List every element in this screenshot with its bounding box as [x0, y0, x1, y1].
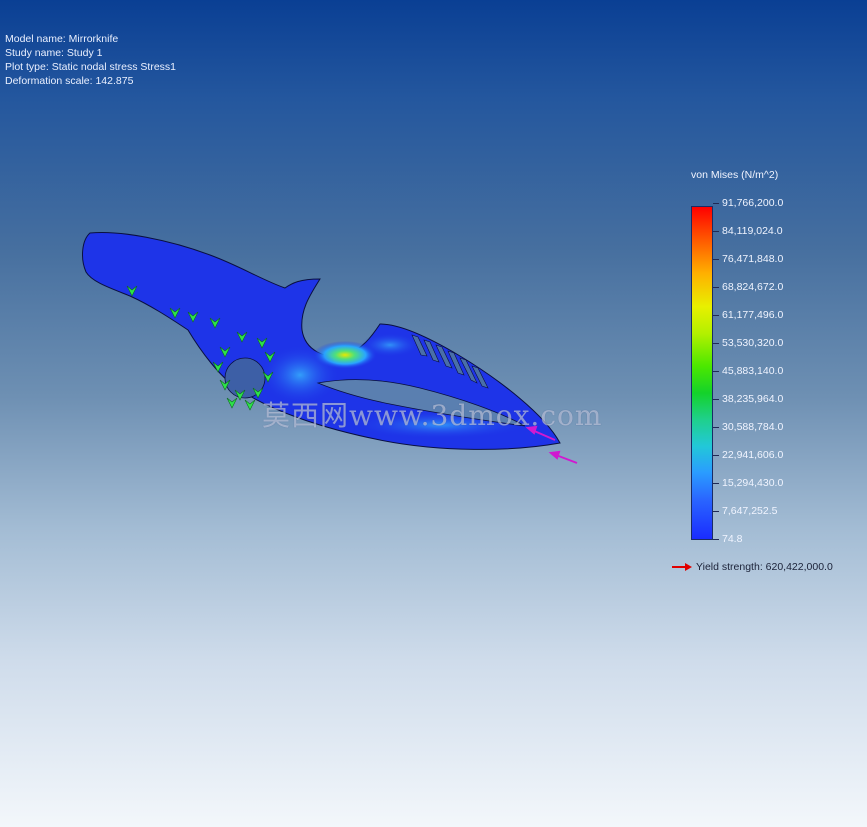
- legend-tick-label: 74.8: [722, 533, 743, 545]
- legend-tick-label: 76,471,848.0: [722, 253, 784, 265]
- legend-title: von Mises (N/m^2): [691, 169, 779, 181]
- legend-tick-label: 38,235,964.0: [722, 393, 784, 405]
- legend-tick-mark: [713, 203, 719, 204]
- legend-tick-mark: [713, 483, 719, 484]
- legend-tick-label: 91,766,200.0: [722, 197, 784, 209]
- legend-tick-label: 30,588,784.0: [722, 421, 784, 433]
- watermark-text: 莫西网www.3dmox.com: [262, 399, 603, 432]
- legend-tick-label: 45,883,140.0: [722, 365, 784, 377]
- legend-tick-label: 7,647,252.5: [722, 505, 778, 517]
- legend-tick-label: 15,294,430.0: [722, 477, 784, 489]
- legend-tick-mark: [713, 399, 719, 400]
- legend-tick-label: 53,530,320.0: [722, 337, 784, 349]
- yield-strength: Yield strength: 620,422,000.0: [671, 561, 833, 573]
- red-arrow-icon: [672, 563, 692, 571]
- legend-tick-mark: [713, 287, 719, 288]
- stress-region-spine: [360, 333, 420, 357]
- legend-ticks: [713, 203, 721, 540]
- legend-tick-mark: [713, 511, 719, 512]
- legend-tick-label: 84,119,024.0: [722, 225, 783, 237]
- legend-tick-mark: [713, 455, 719, 456]
- legend-tick-label: 68,824,672.0: [722, 281, 784, 293]
- legend-tick-label: 22,941,606.0: [722, 449, 784, 461]
- legend-tick-mark: [713, 315, 719, 316]
- legend-tick-mark: [713, 231, 719, 232]
- legend-tick-mark: [713, 259, 719, 260]
- legend-tick-mark: [713, 371, 719, 372]
- legend-colorbar: [691, 206, 713, 540]
- legend-tick-label: 61,177,496.0: [722, 309, 784, 321]
- legend-tick-mark: [713, 343, 719, 344]
- yield-strength-label: Yield strength: 620,422,000.0: [696, 561, 833, 573]
- legend-tick-mark: [713, 539, 719, 540]
- legend-tick-mark: [713, 427, 719, 428]
